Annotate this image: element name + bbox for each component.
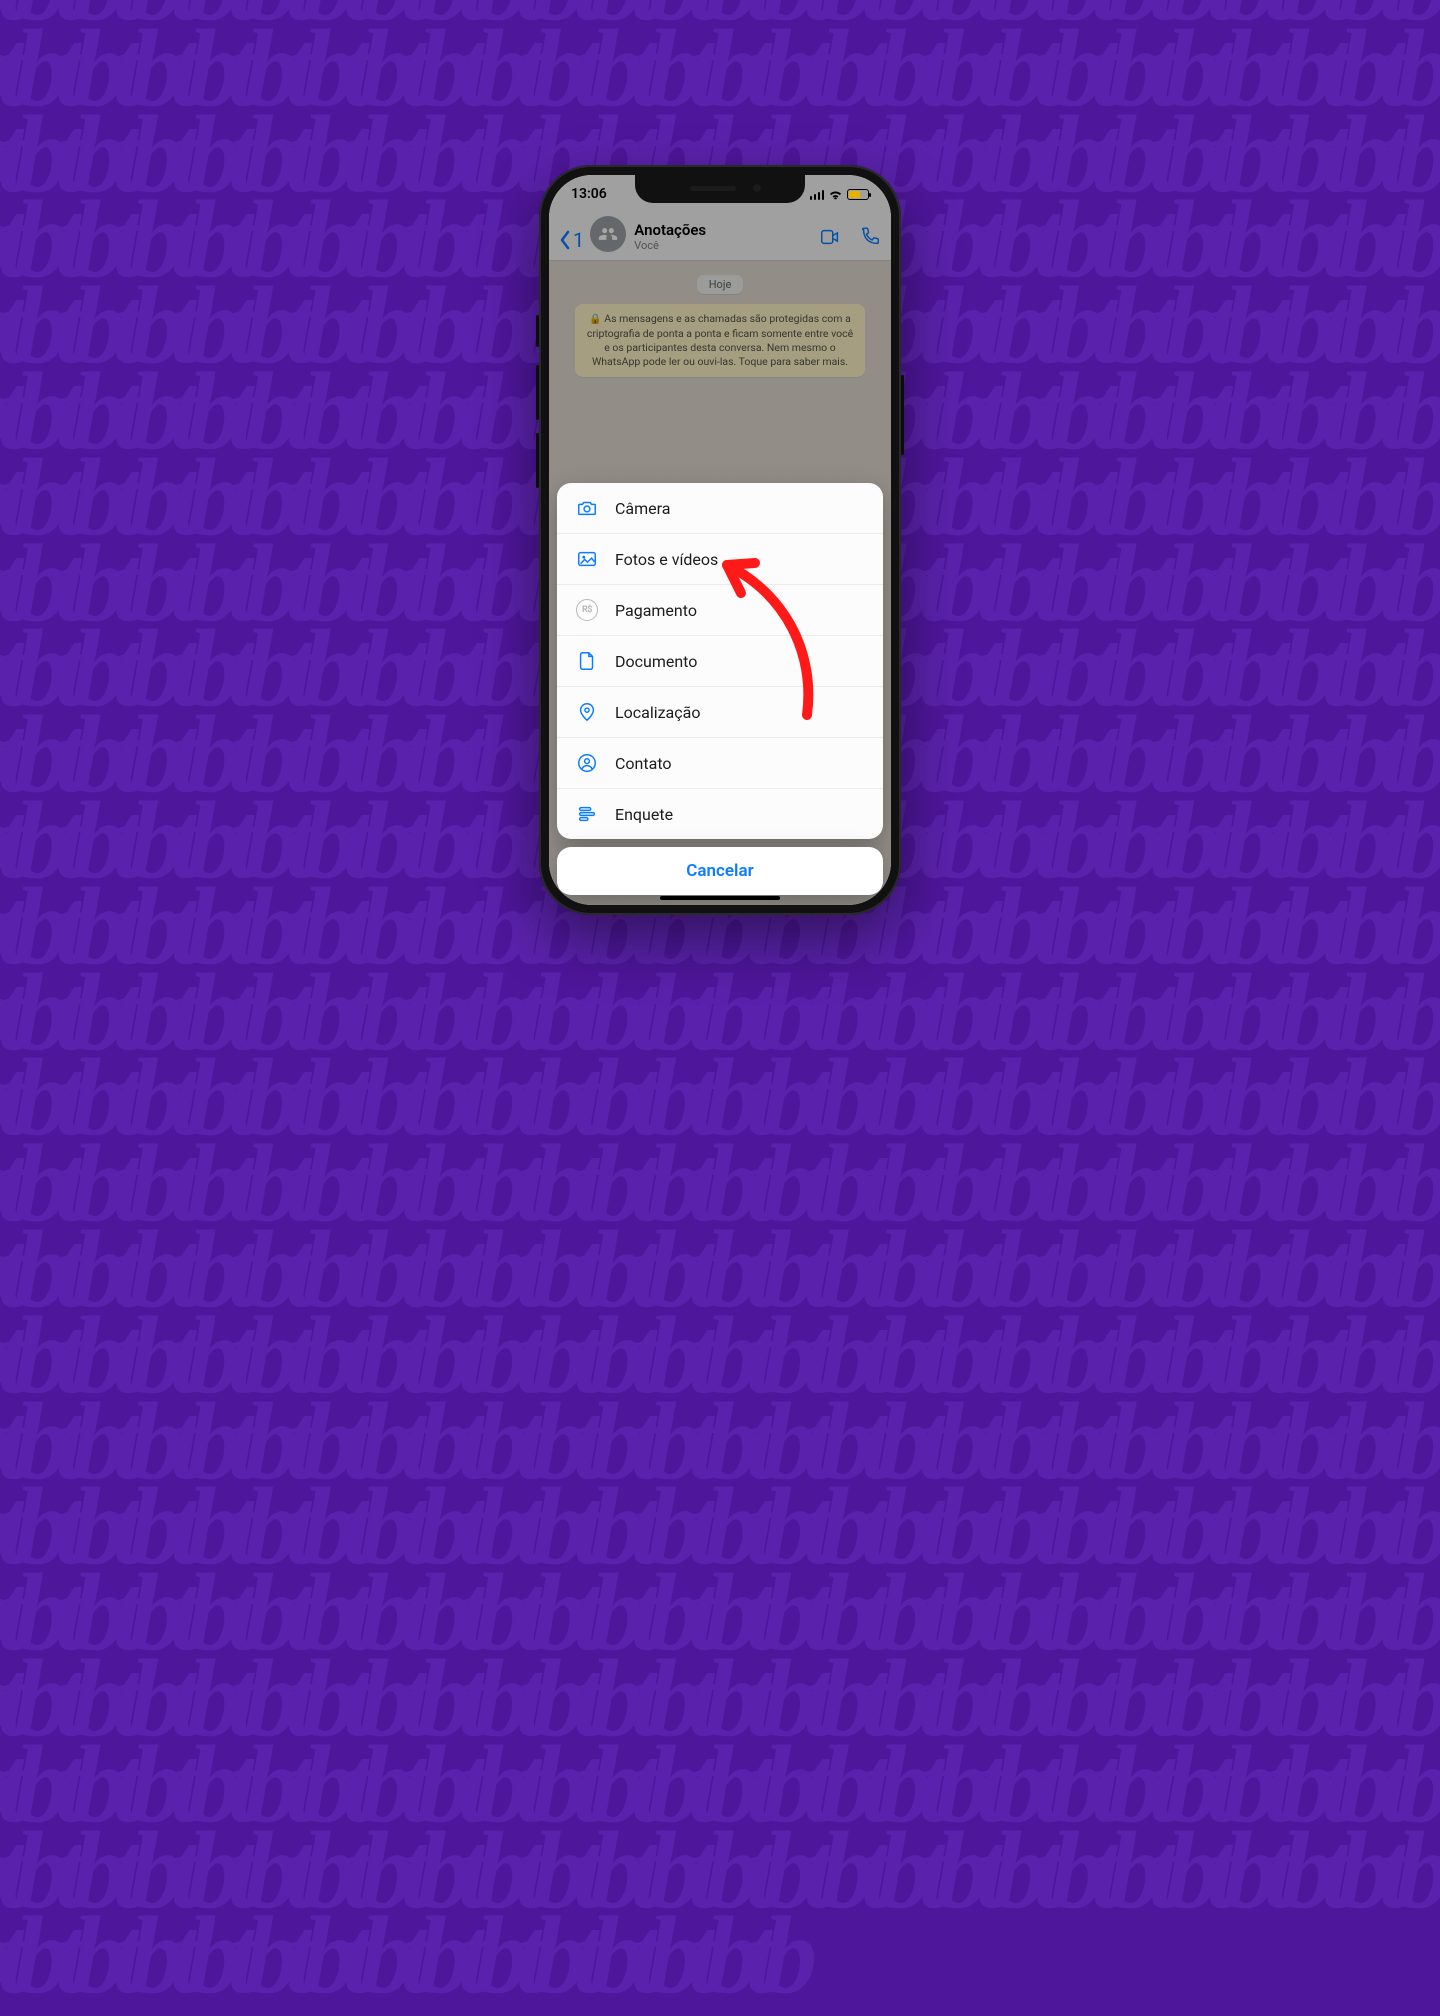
voice-call-button[interactable] <box>859 226 881 252</box>
chat-avatar[interactable] <box>590 216 626 252</box>
phone-screen: 13:06 1 Anotações Você <box>549 175 891 905</box>
battery-icon <box>847 189 869 200</box>
sheet-item-photos-videos[interactable]: Fotos e vídeos <box>557 533 883 584</box>
chat-subtitle: Você <box>634 239 819 252</box>
contact-icon <box>575 751 599 775</box>
sheet-item-label: Pagamento <box>615 601 697 620</box>
encryption-text: As mensagens e as chamadas são protegida… <box>587 312 853 368</box>
sheet-item-label: Contato <box>615 754 672 773</box>
phone-notch <box>635 175 805 203</box>
sheet-item-camera[interactable]: Câmera <box>557 483 883 533</box>
sheet-item-label: Fotos e vídeos <box>615 550 718 569</box>
sheet-item-label: Documento <box>615 652 697 671</box>
attachment-action-sheet: Câmera Fotos e vídeos R$ Pagamento <box>557 483 883 895</box>
location-pin-icon <box>575 700 599 724</box>
date-pill: Hoje <box>697 275 744 294</box>
poll-icon <box>575 802 599 826</box>
sheet-item-label: Enquete <box>615 805 673 824</box>
image-icon <box>575 547 599 571</box>
phone-icon <box>859 226 881 248</box>
group-icon <box>598 224 618 244</box>
encryption-notice[interactable]: 🔒 As mensagens e as chamadas são protegi… <box>575 304 865 377</box>
chevron-left-icon <box>559 230 571 250</box>
home-indicator[interactable] <box>660 896 780 900</box>
back-button[interactable]: 1 <box>559 228 584 252</box>
sheet-item-payment[interactable]: R$ Pagamento <box>557 584 883 635</box>
lock-icon: 🔒 <box>589 314 601 325</box>
sheet-item-label: Câmera <box>615 499 670 518</box>
chat-title-block[interactable]: Anotações Você <box>634 221 819 252</box>
status-time: 13:06 <box>571 186 607 202</box>
wifi-icon <box>828 188 843 200</box>
payment-icon: R$ <box>575 598 599 622</box>
sheet-item-label: Localização <box>615 703 700 722</box>
sheet-item-contact[interactable]: Contato <box>557 737 883 788</box>
camera-icon <box>575 496 599 520</box>
back-unread-count: 1 <box>573 228 584 252</box>
sheet-cancel-button[interactable]: Cancelar <box>557 847 883 895</box>
phone-frame: 13:06 1 Anotações Você <box>539 165 901 915</box>
video-camera-icon <box>819 226 841 248</box>
sheet-item-location[interactable]: Localização <box>557 686 883 737</box>
sheet-item-poll[interactable]: Enquete <box>557 788 883 839</box>
video-call-button[interactable] <box>819 226 841 252</box>
document-icon <box>575 649 599 673</box>
sheet-item-document[interactable]: Documento <box>557 635 883 686</box>
chat-name: Anotações <box>634 221 819 239</box>
cellular-signal-icon <box>810 189 825 200</box>
